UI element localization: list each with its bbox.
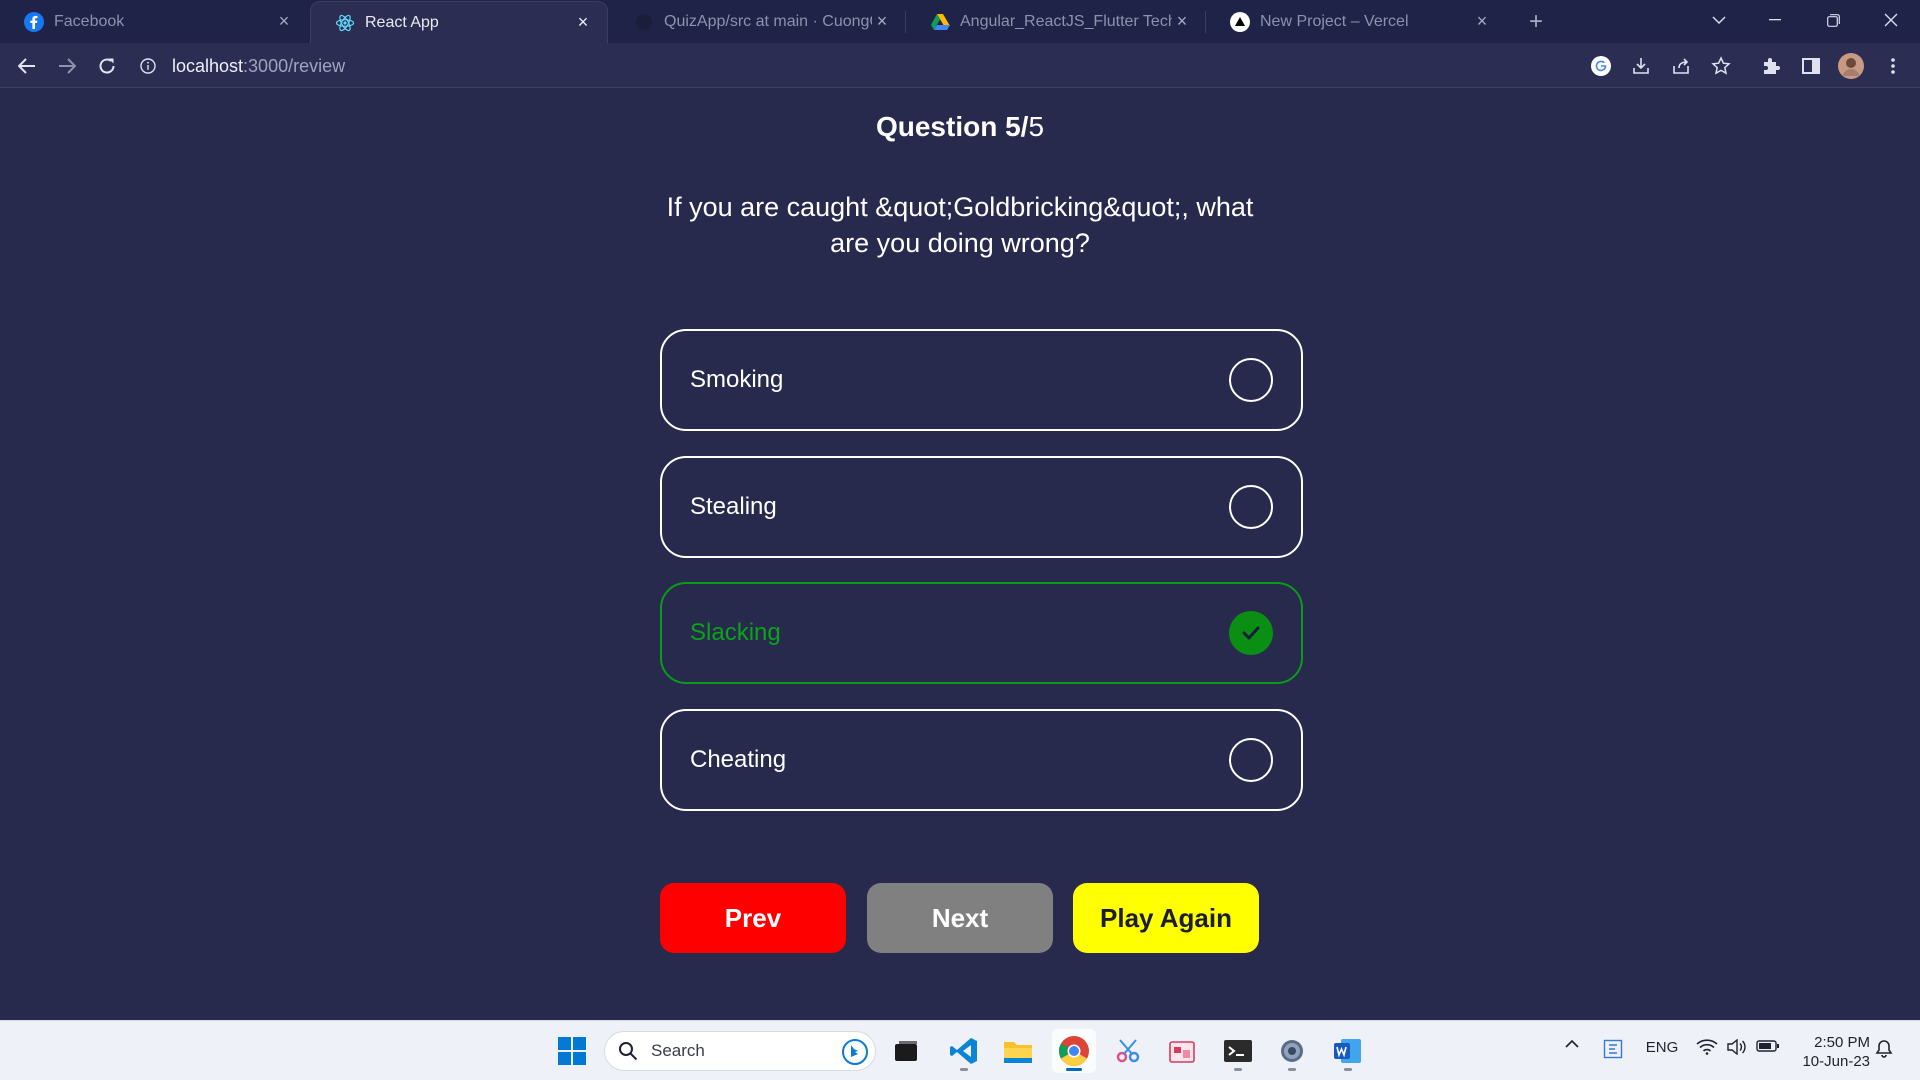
close-icon[interactable]: × xyxy=(1172,11,1192,32)
reload-button[interactable] xyxy=(90,49,124,83)
windows-taskbar: Search ENG 2:50 PM 10-Jun-23 xyxy=(0,1020,1920,1080)
github-icon xyxy=(634,12,654,32)
url-host: localhost xyxy=(172,55,244,76)
question-text: If you are caught &quot;Goldbricking&quo… xyxy=(666,192,1254,258)
clock-time: 2:50 PM xyxy=(1814,1034,1870,1051)
task-view-icon[interactable] xyxy=(884,1029,928,1073)
site-info-icon[interactable] xyxy=(138,56,158,76)
tab-label: New Project – Vercel xyxy=(1260,12,1409,30)
tab-react-app[interactable]: React App × xyxy=(310,1,608,43)
tab-github[interactable]: QuizApp/src at main · CuongGo × xyxy=(610,0,906,43)
close-icon[interactable]: × xyxy=(1472,11,1492,32)
running-indicator xyxy=(1234,1068,1242,1071)
answer-label: Smoking xyxy=(690,366,784,393)
extensions-puzzle-icon[interactable] xyxy=(1756,51,1786,81)
back-button[interactable] xyxy=(10,49,44,83)
running-indicator xyxy=(1288,1068,1296,1071)
question-label: Question 5/ xyxy=(875,111,1029,142)
snipping-tool-icon[interactable] xyxy=(1106,1029,1150,1073)
vercel-icon xyxy=(1230,11,1250,32)
word-icon[interactable] xyxy=(1326,1029,1370,1073)
quiz-review-page: Question 5/5 If you are caught &quot;Gol… xyxy=(0,89,1920,1020)
answer-label: Cheating xyxy=(690,746,787,773)
answer-label: Slacking xyxy=(690,619,781,646)
react-icon xyxy=(335,13,355,33)
taskbar-search[interactable]: Search xyxy=(604,1031,876,1071)
install-app-icon[interactable] xyxy=(1626,51,1656,81)
question-total: 5 xyxy=(1028,111,1045,142)
wifi-icon[interactable] xyxy=(1694,1039,1720,1055)
battery-icon[interactable] xyxy=(1754,1039,1782,1053)
volume-icon[interactable] xyxy=(1724,1039,1748,1055)
bookmark-star-icon[interactable] xyxy=(1706,51,1736,81)
show-hidden-icons-chevron-icon[interactable] xyxy=(1560,1039,1584,1048)
tab-label: QuizApp/src at main · CuongGo xyxy=(664,12,872,30)
close-icon[interactable]: × xyxy=(274,11,294,32)
tab-vercel[interactable]: New Project – Vercel × xyxy=(1206,0,1506,43)
play-again-button[interactable]: Play Again xyxy=(1073,883,1259,953)
running-indicator xyxy=(960,1068,968,1071)
answer-option[interactable]: Stealing xyxy=(660,456,1303,558)
close-icon[interactable]: × xyxy=(573,12,593,33)
radio-circle-icon xyxy=(1229,738,1273,782)
window-close-button[interactable] xyxy=(1868,0,1914,40)
tab-facebook[interactable]: Facebook × xyxy=(0,0,308,43)
tab-label: React App xyxy=(365,13,439,31)
browser-toolbar: localhost:3000/review xyxy=(0,43,1920,88)
answer-option-correct[interactable]: Slacking xyxy=(660,582,1303,684)
bing-icon[interactable] xyxy=(841,1038,869,1066)
chrome-icon[interactable] xyxy=(1052,1029,1096,1073)
clock-date: 10-Jun-23 xyxy=(1802,1053,1870,1070)
radio-circle-icon xyxy=(1229,485,1273,529)
radio-circle-icon xyxy=(1229,358,1273,402)
answer-option[interactable]: Smoking xyxy=(660,329,1303,431)
tab-label: Facebook xyxy=(54,12,125,30)
input-method-icon[interactable] xyxy=(1600,1039,1626,1059)
close-icon[interactable]: × xyxy=(872,11,892,32)
google-lens-icon[interactable] xyxy=(1586,51,1616,81)
tab-label: Angular_ReactJS_Flutter Technica xyxy=(960,12,1172,30)
language-indicator[interactable]: ENG xyxy=(1640,1039,1684,1056)
terminal-icon[interactable] xyxy=(1216,1029,1260,1073)
file-explorer-icon[interactable] xyxy=(996,1029,1040,1073)
tab-google-drive[interactable]: Angular_ReactJS_Flutter Technica × xyxy=(906,0,1206,43)
windows-start-icon[interactable] xyxy=(550,1029,594,1073)
side-panel-icon[interactable] xyxy=(1796,51,1826,81)
vscode-icon[interactable] xyxy=(942,1029,986,1073)
search-icon xyxy=(617,1040,639,1062)
minimize-button[interactable] xyxy=(1752,0,1798,40)
notifications-bell-icon[interactable] xyxy=(1872,1039,1896,1059)
prev-button[interactable]: Prev xyxy=(660,883,846,953)
share-icon[interactable] xyxy=(1666,51,1696,81)
settings-icon[interactable] xyxy=(1270,1029,1314,1073)
answer-label: Stealing xyxy=(690,493,777,520)
profile-avatar[interactable] xyxy=(1836,51,1866,81)
checkmark-icon xyxy=(1229,611,1273,655)
search-placeholder: Search xyxy=(651,1041,705,1060)
restore-button[interactable] xyxy=(1810,0,1856,40)
system-clock[interactable]: 2:50 PM 10-Jun-23 xyxy=(1790,1033,1870,1071)
address-bar[interactable]: localhost:3000/review xyxy=(138,48,1578,84)
next-button[interactable]: Next xyxy=(867,883,1053,953)
google-drive-icon xyxy=(930,12,950,32)
running-indicator xyxy=(1344,1068,1352,1071)
question-counter: Question 5/5 xyxy=(0,111,1920,143)
forward-button[interactable] xyxy=(50,49,84,83)
photos-icon[interactable] xyxy=(1160,1029,1204,1073)
tab-search-button[interactable] xyxy=(1696,0,1742,40)
browser-tab-strip: Facebook × React App × QuizApp/src at ma… xyxy=(0,0,1920,43)
running-indicator xyxy=(1066,1068,1082,1071)
browser-menu-icon[interactable] xyxy=(1878,51,1908,81)
url-path: :3000/review xyxy=(243,55,346,76)
facebook-icon xyxy=(24,11,44,32)
new-tab-button[interactable]: + xyxy=(1520,6,1552,38)
answer-option[interactable]: Cheating xyxy=(660,709,1303,811)
